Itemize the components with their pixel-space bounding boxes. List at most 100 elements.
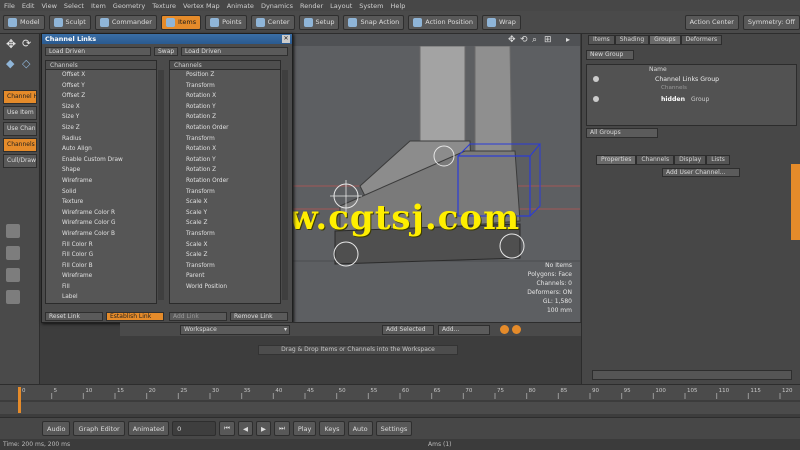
transport-0[interactable]: 0 (172, 421, 217, 436)
transport-animated[interactable]: Animated (127, 421, 170, 436)
channel-row[interactable]: Wireframe (46, 271, 156, 282)
channel-row[interactable]: Fill Color G (46, 250, 156, 261)
channel-row[interactable]: Label (46, 292, 156, 303)
channel-row[interactable]: Rotation X (170, 91, 280, 102)
channel-row[interactable]: Size Z (46, 123, 156, 134)
menu-item-view[interactable]: View (41, 2, 56, 10)
menu-item-layout[interactable]: Layout (330, 2, 352, 10)
tab-deformers[interactable]: Deformers (680, 35, 723, 45)
channel-row[interactable]: Rotation Y (170, 102, 280, 113)
driven-channel-list[interactable]: Channels Position Z Transform Rotation X Ro… (169, 60, 281, 304)
toolbar-button-commander[interactable]: Commander (94, 14, 157, 30)
tab-channels[interactable]: Channels (636, 155, 675, 165)
channel-row[interactable]: Rotation Order (170, 123, 280, 134)
transport-play[interactable]: Play (292, 421, 317, 436)
add-selected-button[interactable]: Add Selected (382, 325, 434, 335)
group-row[interactable]: hidden (661, 96, 685, 103)
channel-row[interactable]: Rotation Z (170, 165, 280, 176)
menu-item-item[interactable]: Item (91, 2, 106, 10)
channel-row[interactable]: Rotation Y (170, 155, 280, 166)
toolbar-button-model[interactable]: Model (3, 14, 45, 30)
driver-channel-list[interactable]: Channels Offset X Offset Y Offset Z Size XS… (45, 60, 157, 304)
menu-item-geometry[interactable]: Geometry (113, 2, 145, 10)
driven-scrollbar[interactable] (282, 70, 288, 300)
menu-item-edit[interactable]: Edit (22, 2, 35, 10)
toolbar-right-0[interactable]: Action Center (684, 14, 739, 30)
deformer-icon[interactable] (6, 268, 20, 282)
menu-item-help[interactable]: Help (391, 2, 406, 10)
playback-control-icon[interactable]: ⏭ (273, 421, 290, 436)
mesh-icon[interactable] (6, 246, 20, 260)
transform-icon[interactable]: ✥ (6, 38, 18, 50)
left-tool-channel-haul[interactable]: Channel Haul (3, 90, 37, 104)
channel-row[interactable]: Scale X (170, 240, 280, 251)
channel-row[interactable]: Scale Z (170, 250, 280, 261)
tab-items[interactable]: Items (588, 35, 615, 45)
channel-row[interactable]: Shape (46, 165, 156, 176)
remove-link-button[interactable]: Remove Link (230, 312, 288, 321)
key-icon[interactable] (512, 325, 521, 334)
add-user-channel-button[interactable]: Add User Channel... (662, 168, 740, 177)
menu-item-vertex-map[interactable]: Vertex Map (183, 2, 220, 10)
move-icon[interactable]: ⟳ (22, 38, 34, 50)
load-driver-button[interactable]: Load Driven (45, 47, 151, 56)
channel-row[interactable]: Position Z (170, 70, 280, 81)
toolbar-button-action-position[interactable]: Action Position (408, 14, 478, 30)
channel-row[interactable]: Wireframe Color B (46, 229, 156, 240)
transport-keys[interactable]: Keys (319, 421, 345, 436)
channel-row[interactable]: Auto Align (46, 144, 156, 155)
workspace-dropdown[interactable]: Workspace ▾ (180, 325, 290, 335)
channel-row[interactable]: Offset X (46, 70, 156, 81)
viewport-zoom-icon[interactable]: ⌕ (532, 35, 537, 45)
channel-row[interactable]: Fill Color R (46, 240, 156, 251)
tab-display[interactable]: Display (674, 155, 707, 165)
channel-row[interactable]: Texture (46, 197, 156, 208)
light-icon[interactable] (6, 290, 20, 304)
menu-item-system[interactable]: System (359, 2, 383, 10)
left-tool-use-channel[interactable]: Use Channel (3, 122, 37, 136)
add-dropdown[interactable]: Add... (438, 325, 490, 335)
visibility-eye-icon[interactable] (593, 76, 599, 82)
channel-row[interactable]: Wireframe (46, 176, 156, 187)
menu-item-dynamics[interactable]: Dynamics (261, 2, 293, 10)
tab-properties[interactable]: Properties (596, 155, 637, 165)
channel-row[interactable]: Rotation Order (170, 176, 280, 187)
new-group-button[interactable]: New Group (586, 50, 634, 60)
channel-row[interactable]: World Position (170, 282, 280, 293)
channel-row[interactable]: Transform (170, 134, 280, 145)
toolbar-button-items[interactable]: Items (160, 14, 202, 30)
add-link-button[interactable]: Add Link (169, 312, 227, 321)
group-filter-dropdown[interactable]: All Groups (586, 128, 658, 138)
channel-row[interactable]: Fill (46, 282, 156, 293)
channel-row[interactable]: Rotation Z (170, 112, 280, 123)
load-driven-button[interactable]: Load Driven (181, 47, 288, 56)
channel-row[interactable]: Transform (170, 81, 280, 92)
channel-row[interactable]: Solid (46, 187, 156, 198)
viewport-move-icon[interactable]: ✥ (508, 35, 516, 45)
transport-audio[interactable]: Audio (42, 421, 71, 436)
menu-item-animate[interactable]: Animate (227, 2, 254, 10)
channel-row[interactable]: Fill Color B (46, 261, 156, 272)
establish-link-button[interactable]: Establish Link (106, 312, 164, 321)
scale-icon[interactable]: ◆ (6, 58, 18, 70)
record-icon[interactable] (500, 325, 509, 334)
left-tool-use-item[interactable]: Use Item (3, 106, 37, 120)
search-field[interactable] (592, 370, 792, 380)
toolbar-button-points[interactable]: Points (205, 14, 247, 30)
tab-lists[interactable]: Lists (706, 155, 730, 165)
visibility-eye-icon[interactable] (593, 96, 599, 102)
menu-item-texture[interactable]: Texture (152, 2, 176, 10)
channel-row[interactable]: Size Y (46, 112, 156, 123)
channel-row[interactable]: Transform (170, 187, 280, 198)
toolbar-button-center[interactable]: Center (250, 14, 295, 30)
channel-row[interactable]: Scale Y (170, 208, 280, 219)
tab-shading[interactable]: Shading (614, 35, 650, 45)
channel-row[interactable]: Wireframe Color G (46, 218, 156, 229)
playback-control-icon[interactable]: ▶ (255, 421, 271, 436)
left-tool-cull-draw[interactable]: Cull/Draw (3, 154, 37, 168)
transport-settings[interactable]: Settings (375, 421, 413, 436)
channel-row[interactable]: Transform (170, 229, 280, 240)
channel-row[interactable]: Offset Y (46, 81, 156, 92)
shape-icon[interactable] (6, 224, 20, 238)
tab-groups[interactable]: Groups (649, 35, 681, 45)
